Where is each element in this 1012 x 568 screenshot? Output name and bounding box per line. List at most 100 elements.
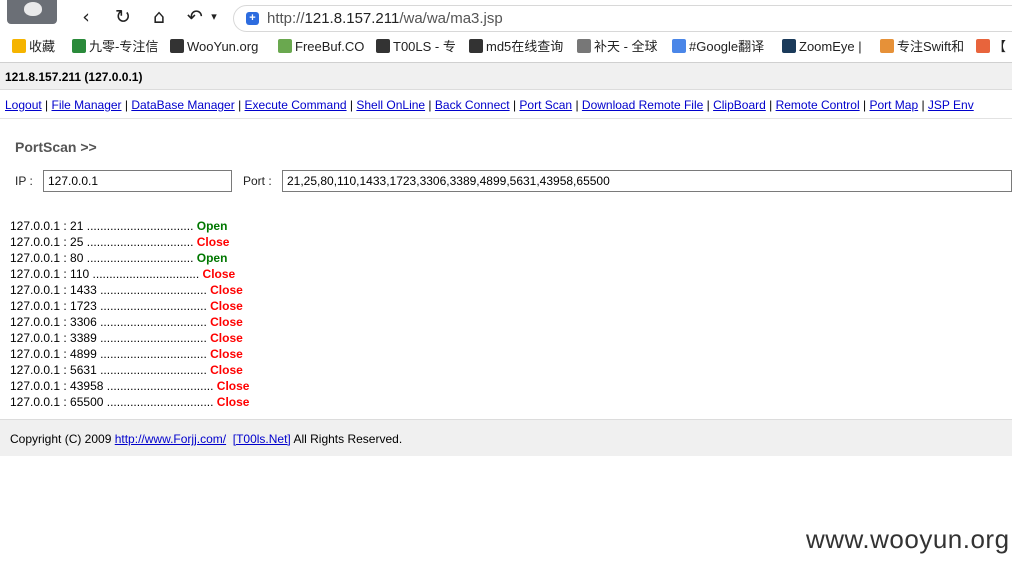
- result-status: Close: [210, 363, 243, 377]
- butian-icon: [577, 39, 591, 53]
- menu-separator: |: [859, 98, 870, 112]
- result-status: Close: [210, 283, 243, 297]
- browser-toolbar: ‹ ↻ ⌂ ↶ ▾ + http://121.8.157.211/wa/wa/m…: [0, 0, 1012, 32]
- result-dots: ................................: [96, 347, 211, 361]
- menu-divider: [0, 118, 1012, 119]
- bookmark-item[interactable]: 补天 - 全球: [577, 38, 658, 56]
- bookmark-item[interactable]: #Google翻译: [672, 38, 764, 56]
- back-arrow-icon[interactable]: ‹: [75, 6, 97, 28]
- figure-icon: [72, 39, 86, 53]
- menu-link-download-remote-file[interactable]: Download Remote File: [582, 98, 703, 112]
- menu-separator: |: [918, 98, 928, 112]
- menu-link-jsp-env[interactable]: JSP Env: [928, 98, 974, 112]
- host-header: 121.8.157.211 (127.0.0.1): [0, 63, 1012, 90]
- menu-link-database-manager[interactable]: DataBase Manager: [131, 98, 234, 112]
- bookmark-item[interactable]: FreeBuf.CO: [278, 38, 364, 56]
- result-status: Close: [210, 347, 243, 361]
- result-host: 127.0.0.1 : 4899: [10, 347, 97, 361]
- menu-separator: |: [509, 98, 520, 112]
- bookmark-label: ZoomEye |: [799, 39, 862, 54]
- menu-link-execute-command[interactable]: Execute Command: [245, 98, 347, 112]
- menu-link-remote-control[interactable]: Remote Control: [776, 98, 860, 112]
- result-host: 127.0.0.1 : 110: [10, 267, 90, 281]
- chevron-down-icon[interactable]: ▾: [203, 6, 225, 28]
- tools-icon: [376, 39, 390, 53]
- result-dots: ................................: [83, 219, 197, 233]
- bookmark-item[interactable]: 九零-专注信: [72, 38, 158, 56]
- star-icon: [12, 39, 26, 53]
- reload-icon[interactable]: ↻: [112, 6, 134, 28]
- bookmark-label: #Google翻译: [689, 39, 765, 54]
- result-host: 127.0.0.1 : 5631: [10, 363, 97, 377]
- result-dots: ................................: [89, 267, 203, 281]
- t00ls-link[interactable]: [T00ls.Net]: [233, 432, 291, 446]
- shield-icon: +: [246, 12, 259, 25]
- bookmark-item[interactable]: 收藏: [12, 38, 55, 56]
- result-status: Close: [216, 395, 250, 409]
- result-host: 127.0.0.1 : 3389: [10, 331, 97, 345]
- ip-label: IP :: [15, 174, 33, 188]
- menu-separator: |: [234, 98, 245, 112]
- bookmark-label: 九零-专注信: [89, 39, 159, 54]
- menu-link-port-scan[interactable]: Port Scan: [519, 98, 572, 112]
- menu-separator: |: [572, 98, 582, 112]
- menu-separator: |: [765, 98, 776, 112]
- bookmark-item[interactable]: ZoomEye |: [782, 38, 862, 56]
- main-menu: Logout | File Manager | DataBase Manager…: [5, 98, 974, 112]
- port-label: Port :: [243, 174, 272, 188]
- result-status: Close: [210, 299, 243, 313]
- result-row: 127.0.0.1 : 1723 .......................…: [10, 298, 249, 314]
- result-host: 127.0.0.1 : 43958: [10, 379, 104, 393]
- forjj-link[interactable]: http://www.Forjj.com/: [115, 432, 226, 446]
- footer: Copyright (C) 2009 http://www.Forjj.com/…: [0, 419, 1012, 456]
- bookmark-label: 【: [993, 39, 1007, 54]
- bookmark-item[interactable]: 专注Swift和: [880, 38, 964, 56]
- bookmark-label: WooYun.org: [187, 39, 259, 54]
- menu-link-file-manager[interactable]: File Manager: [52, 98, 122, 112]
- wooyun-icon: [170, 39, 184, 53]
- result-row: 127.0.0.1 : 110 ........................…: [10, 266, 249, 282]
- result-dots: ................................: [96, 283, 211, 297]
- host-title: 121.8.157.211 (127.0.0.1): [5, 70, 143, 84]
- result-status: Close: [210, 331, 243, 345]
- menu-link-port-map[interactable]: Port Map: [869, 98, 918, 112]
- bookmark-item[interactable]: T00LS - 专: [376, 38, 456, 56]
- menu-separator: |: [121, 98, 132, 112]
- ip-input[interactable]: 127.0.0.1: [43, 170, 232, 192]
- bookmark-label: 补天 - 全球: [594, 39, 658, 54]
- apple-logo-tab[interactable]: [7, 0, 57, 24]
- menu-link-shell-online[interactable]: Shell OnLine: [356, 98, 425, 112]
- bookmark-label: T00LS - 专: [393, 39, 456, 54]
- home-icon[interactable]: ⌂: [148, 6, 170, 28]
- result-status: Close: [202, 267, 236, 281]
- result-dots: ................................: [96, 331, 211, 345]
- menu-link-logout[interactable]: Logout: [5, 98, 42, 112]
- menu-separator: |: [41, 98, 52, 112]
- url-text: http://121.8.157.211/wa/wa/ma3.jsp: [267, 10, 503, 27]
- result-dots: ................................: [103, 379, 217, 393]
- address-bar[interactable]: + http://121.8.157.211/wa/wa/ma3.jsp: [233, 5, 1012, 32]
- menu-link-clipboard[interactable]: ClipBoard: [713, 98, 766, 112]
- scan-results: 127.0.0.1 : 21 .........................…: [10, 218, 249, 410]
- bookmark-label: FreeBuf.CO: [295, 39, 365, 54]
- bookmark-item[interactable]: md5在线查询: [469, 38, 563, 56]
- page-title: PortScan >>: [15, 139, 97, 155]
- menu-separator: |: [425, 98, 435, 112]
- grid-icon: [469, 39, 483, 53]
- result-row: 127.0.0.1 : 5631 .......................…: [10, 362, 249, 378]
- bookmark-label: 收藏: [29, 39, 56, 54]
- translate-icon: [672, 39, 686, 53]
- result-status: Close: [196, 235, 230, 249]
- port-input[interactable]: 21,25,80,110,1433,1723,3306,3389,4899,56…: [282, 170, 1012, 192]
- result-row: 127.0.0.1 : 3306 .......................…: [10, 314, 249, 330]
- result-row: 127.0.0.1 : 25 .........................…: [10, 234, 249, 250]
- bookmark-item[interactable]: 【: [976, 38, 1006, 56]
- watermark: www.wooyun.org: [806, 524, 1010, 554]
- result-dots: ................................: [96, 363, 211, 377]
- menu-link-back-connect[interactable]: Back Connect: [435, 98, 510, 112]
- bird-icon: [880, 39, 894, 53]
- result-row: 127.0.0.1 : 65500 ......................…: [10, 394, 249, 410]
- apple-icon: [24, 2, 42, 16]
- bookmark-item[interactable]: WooYun.org: [170, 38, 258, 56]
- result-dots: ................................: [96, 315, 211, 329]
